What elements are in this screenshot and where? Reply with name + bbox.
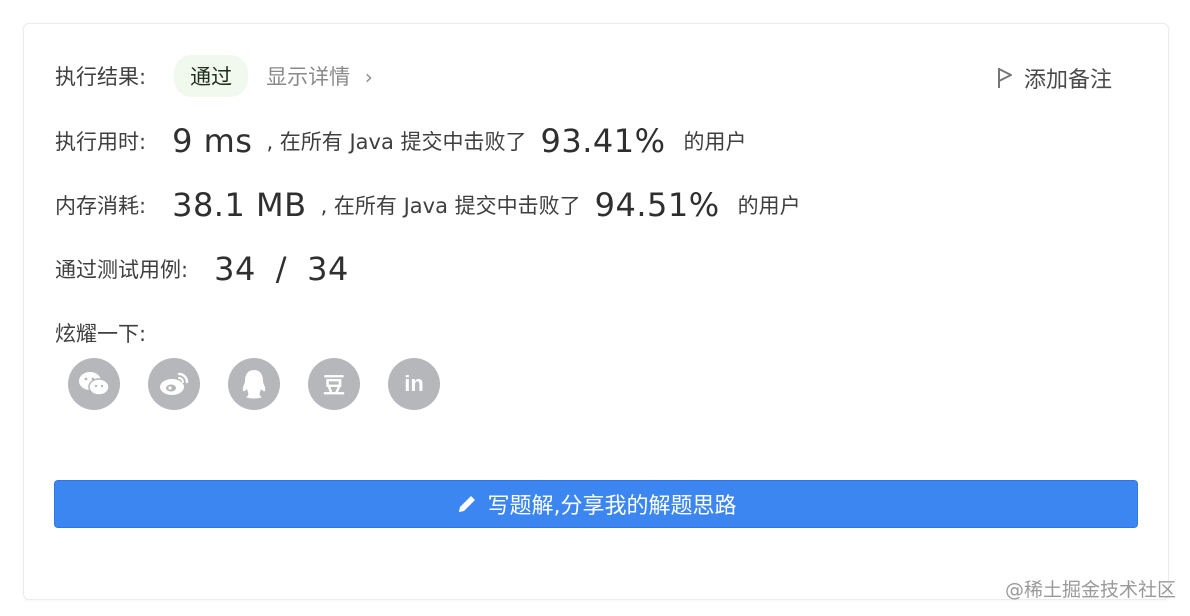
memory-compare-text: , 在所有 Java 提交中击败了 [320, 194, 581, 218]
flag-icon [997, 68, 1012, 88]
show-details-link[interactable]: 显示详情 › [266, 61, 373, 91]
watermark: @稀土掘金技术社区 [1004, 579, 1176, 601]
add-note-button[interactable]: 添加备注 [996, 62, 1112, 94]
share-row: 炫耀一下: [55, 318, 146, 348]
show-details-label: 显示详情 [266, 65, 351, 89]
qq-icon[interactable] [228, 358, 280, 410]
pencil-icon [458, 496, 475, 512]
weibo-icon[interactable] [148, 358, 200, 410]
runtime-label: 执行用时: [55, 130, 147, 154]
linkedin-glyph: in [404, 371, 424, 396]
douban-icon[interactable]: 豆 [308, 358, 360, 410]
runtime-compare-text: , 在所有 Java 提交中击败了 [266, 130, 527, 154]
add-note-label: 添加备注 [1023, 68, 1112, 93]
tests-row: 通过测试用例: 34 / 34 [55, 250, 349, 288]
chevron-right-icon: › [364, 65, 373, 89]
memory-percent: 94.51% [594, 186, 720, 224]
tests-label: 通过测试用例: [55, 258, 189, 282]
linkedin-icon[interactable]: in [388, 358, 440, 410]
douban-glyph: 豆 [322, 373, 345, 398]
runtime-row: 执行用时: 9 ms , 在所有 Java 提交中击败了 93.41% 的用户 [55, 122, 747, 160]
runtime-value: 9 ms [172, 122, 253, 160]
runtime-percent: 93.41% [540, 122, 666, 160]
memory-row: 内存消耗: 38.1 MB , 在所有 Java 提交中击败了 94.51% 的… [55, 186, 801, 224]
tests-separator: / [275, 250, 288, 288]
share-icons: 豆 in [68, 358, 468, 410]
write-solution-button[interactable]: 写题解,分享我的解题思路 [54, 480, 1138, 528]
status-badge: 通过 [174, 55, 249, 97]
memory-label: 内存消耗: [55, 194, 147, 218]
result-label: 执行结果: [55, 65, 147, 89]
tests-total: 34 [307, 250, 349, 288]
tests-passed: 34 [214, 250, 256, 288]
result-row: 执行结果: 通过 显示详情 › [55, 55, 373, 97]
memory-value: 38.1 MB [172, 186, 307, 224]
wechat-icon[interactable] [68, 358, 120, 410]
write-solution-label: 写题解,分享我的解题思路 [487, 494, 737, 519]
memory-suffix: 的用户 [737, 194, 801, 218]
runtime-suffix: 的用户 [683, 130, 747, 154]
share-label: 炫耀一下: [55, 322, 147, 346]
